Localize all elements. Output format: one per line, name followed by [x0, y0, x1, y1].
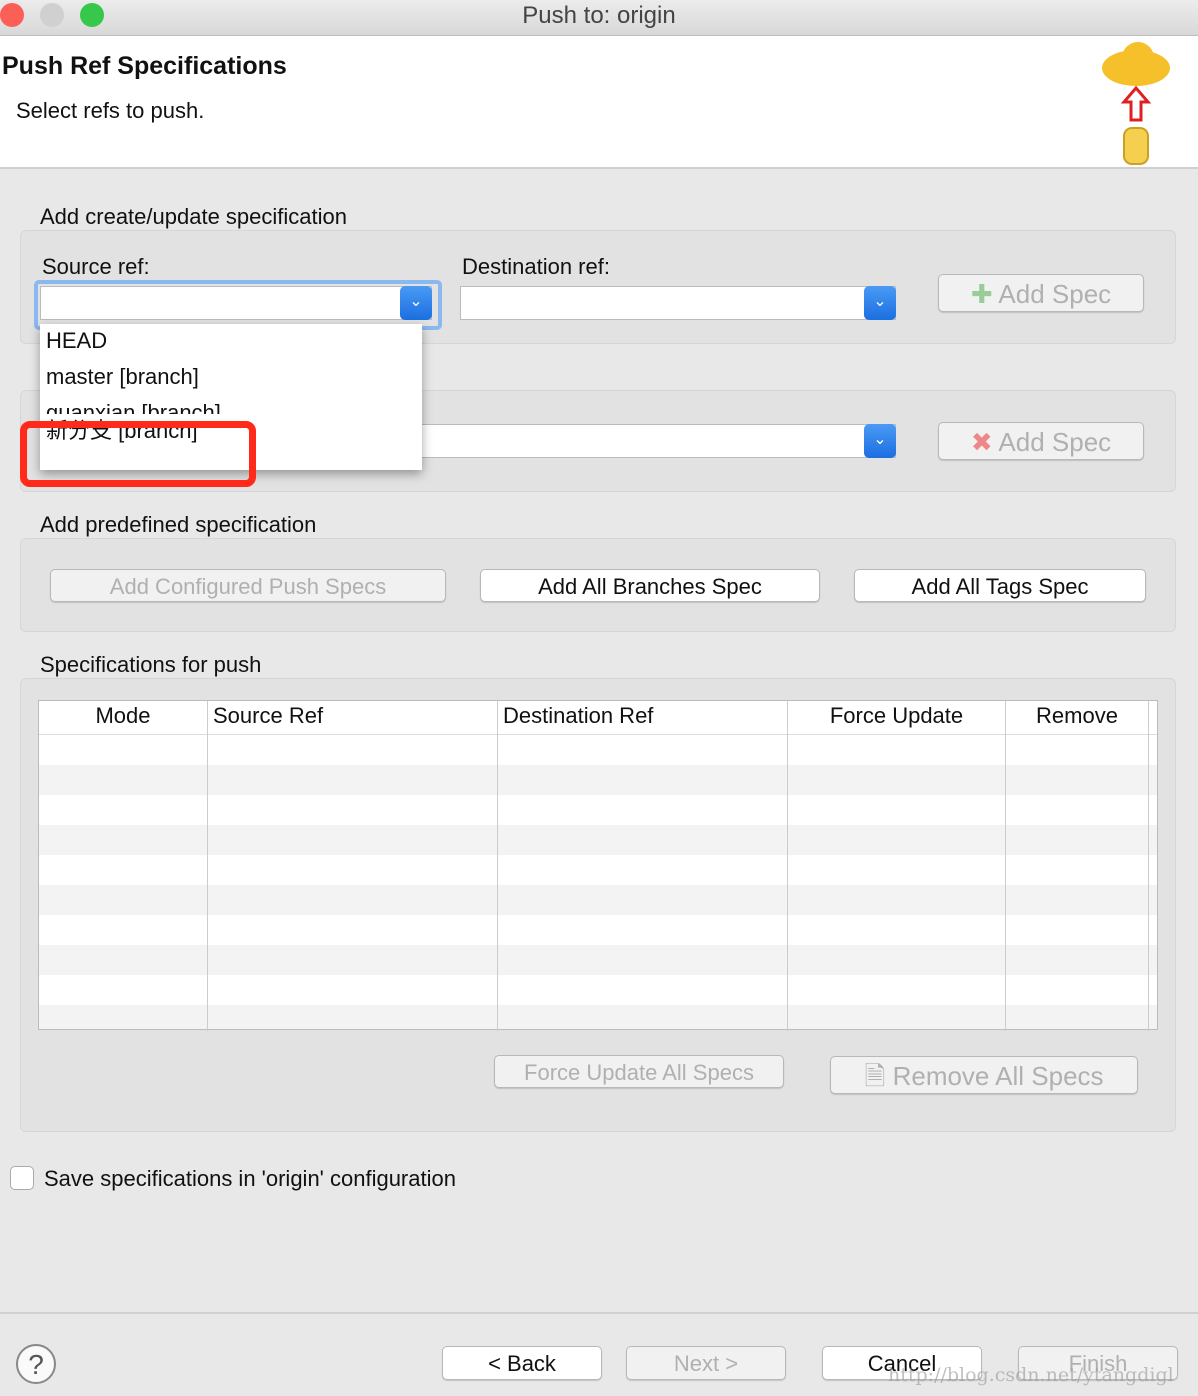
close-window-button[interactable] — [0, 3, 24, 27]
plus-icon: ✚ — [970, 279, 993, 309]
column-mode[interactable]: Mode — [39, 703, 207, 729]
wizard-header: Push Ref Specifications Select refs to p… — [0, 36, 1198, 169]
column-destination-ref[interactable]: Destination Ref — [497, 701, 658, 1031]
add-configured-push-specs-button[interactable]: Add Configured Push Specs — [50, 569, 446, 602]
predefined-label: Add predefined specification — [40, 512, 317, 537]
window-title: Push to: origin — [522, 2, 676, 29]
next-button[interactable]: Next > — [626, 1346, 786, 1380]
chevron-down-icon[interactable]: ⌄ — [864, 424, 896, 458]
chevron-down-icon[interactable]: ⌄ — [400, 286, 432, 320]
dropdown-item[interactable]: master [branch] — [40, 360, 422, 396]
remove-all-specs-button[interactable]: 🗎 Remove All Specs — [830, 1056, 1138, 1094]
specs-table: Mode Source Ref Destination Ref Force Up… — [38, 700, 1158, 1031]
delete-ref-combo[interactable]: ⌄ — [420, 424, 896, 458]
remove-document-icon: 🗎 — [864, 1061, 886, 1091]
delete-x-icon: ✖ — [970, 427, 993, 457]
source-ref-combo[interactable]: ⌄ — [40, 286, 432, 320]
page-title: Push Ref Specifications — [2, 52, 287, 80]
highlight-box — [20, 421, 256, 487]
force-update-all-specs-button[interactable]: Force Update All Specs — [494, 1055, 784, 1088]
zoom-window-button[interactable] — [80, 3, 104, 27]
page-subtitle: Select refs to push. — [16, 98, 205, 123]
specs-label: Specifications for push — [40, 652, 262, 677]
column-source-ref[interactable]: Source Ref — [207, 701, 328, 1031]
source-ref-label: Source ref: — [42, 254, 150, 279]
save-specs-checkbox[interactable] — [10, 1166, 34, 1190]
column-remove[interactable]: Remove — [1005, 701, 1149, 1031]
back-button[interactable]: < Back — [442, 1346, 602, 1380]
save-specs-label: Save specifications in 'origin' configur… — [44, 1166, 456, 1191]
column-force-update[interactable]: Force Update — [787, 701, 1005, 1031]
chevron-down-icon[interactable]: ⌄ — [864, 286, 896, 320]
help-icon[interactable]: ? — [16, 1344, 56, 1384]
add-spec-button[interactable]: ✚ Add Spec — [938, 274, 1144, 312]
add-all-tags-spec-button[interactable]: Add All Tags Spec — [854, 569, 1146, 602]
watermark: http://blog.csdn.net/ytangdigl — [888, 1364, 1174, 1386]
title-bar: Push to: origin — [0, 0, 1198, 36]
push-cloud-icon — [1102, 42, 1170, 165]
destination-ref-combo[interactable]: ⌄ — [460, 286, 896, 320]
minimize-window-button[interactable] — [40, 3, 64, 27]
footer-divider — [0, 1312, 1198, 1314]
dropdown-item[interactable]: HEAD — [40, 324, 422, 360]
create-section-label: Add create/update specification — [40, 204, 347, 229]
add-all-branches-spec-button[interactable]: Add All Branches Spec — [480, 569, 820, 602]
add-delete-spec-button[interactable]: ✖ Add Spec — [938, 422, 1144, 460]
destination-ref-label: Destination ref: — [462, 254, 610, 279]
dropdown-item[interactable]: guanxian [branch] — [40, 396, 422, 414]
